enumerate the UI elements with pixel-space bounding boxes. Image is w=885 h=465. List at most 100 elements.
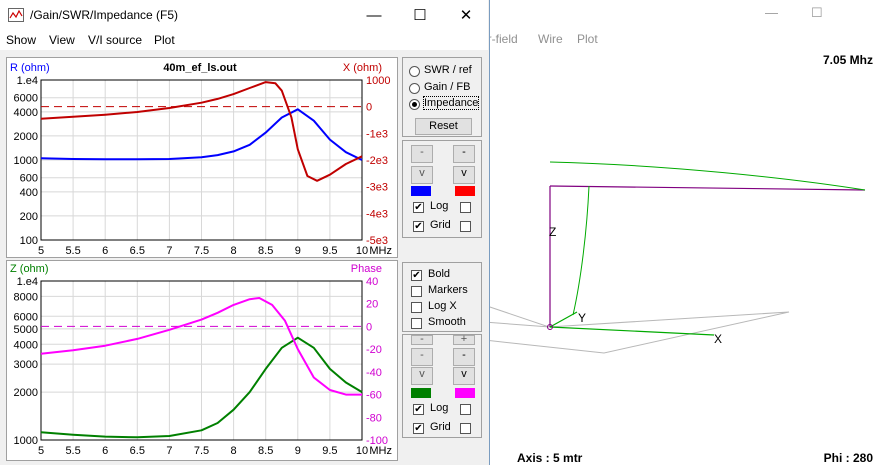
chart1-x-tick-label: 5 xyxy=(38,245,44,257)
chart2-x-tick-label: 9 xyxy=(295,445,301,457)
markers-checkbox[interactable] xyxy=(411,286,422,297)
grid-right-checkbox-2[interactable] xyxy=(460,423,471,434)
left-scale-up-button-2[interactable]: - xyxy=(411,334,433,345)
chart2-y2-tick-label: 20 xyxy=(366,299,378,311)
right-scale-up-button[interactable]: - xyxy=(453,145,475,163)
display-options-panel: ✔ Bold Markers Log X Smooth xyxy=(402,262,482,332)
impedance-radio[interactable] xyxy=(409,99,420,110)
chart2-y2-tick-label: -60 xyxy=(366,390,382,402)
antenna-wire xyxy=(549,185,866,191)
smooth-checkbox[interactable] xyxy=(411,318,422,329)
left-color-swatch-2[interactable] xyxy=(411,388,431,398)
chart1-y-tick-label: 4000 xyxy=(14,107,38,119)
chart1-y-tick-label: 100 xyxy=(20,235,38,247)
chart2-y2-tick-label: -20 xyxy=(366,344,382,356)
y-axis-label: Y xyxy=(578,311,586,325)
chart2-x-tick-label: 7.5 xyxy=(194,445,209,457)
chart2-x-tick-label: 7 xyxy=(166,445,172,457)
antenna-view-window: ar-field Wire Plot — ☐ 7.05 Mhz Axis : 5… xyxy=(481,0,885,465)
grid-right-checkbox[interactable] xyxy=(460,221,471,232)
chart2-y-tick-label: 4000 xyxy=(14,339,38,351)
right-scale-mid-button-2[interactable]: - xyxy=(453,348,475,366)
smooth-label: Smooth xyxy=(428,316,466,328)
log-checkbox[interactable]: ✔ xyxy=(413,202,424,213)
chart2-y2-tick-label: 0 xyxy=(366,321,372,333)
grid-checkbox-2[interactable]: ✔ xyxy=(413,423,424,434)
reset-button[interactable]: Reset xyxy=(415,118,472,135)
chart2-x-tick-label: 5 xyxy=(38,445,44,457)
chart1-x-tick-label: 6.5 xyxy=(130,245,145,257)
chart2-x-tick-label: 8 xyxy=(231,445,237,457)
chart1-y2-tick-label: -2e3 xyxy=(366,155,388,167)
markers-label: Markers xyxy=(428,284,468,296)
chart1-title: 40m_ef_ls.out xyxy=(163,62,237,74)
chart2-y2label: Phase xyxy=(351,263,382,275)
grid-checkbox[interactable]: ✔ xyxy=(413,221,424,232)
gain-radio-label: Gain / FB xyxy=(424,81,471,93)
ground-plane-outline xyxy=(489,306,790,354)
x-axis-label: X xyxy=(714,332,722,346)
chart2-x-tick-label: 6.5 xyxy=(130,445,145,457)
left-scale-mid-button-2[interactable]: - xyxy=(411,348,433,366)
chart2-y-tick-label: 1.e4 xyxy=(17,276,38,288)
chart1-x-tick-label: 6 xyxy=(102,245,108,257)
chart1-x-tick-label: 7 xyxy=(166,245,172,257)
chart1-y-tick-label: 400 xyxy=(20,187,38,199)
chart1-x-tick-label: 7.5 xyxy=(194,245,209,257)
chart2-y2-tick-label: -80 xyxy=(366,412,382,424)
left-scale-up-button[interactable]: - xyxy=(411,145,433,163)
chart1-y2-tick-label: -1e3 xyxy=(366,128,388,140)
right-scale-down-button[interactable]: v xyxy=(453,166,475,184)
right-scale-up-button-2[interactable]: + xyxy=(453,334,475,345)
chart2-x-tick-label: 6 xyxy=(102,445,108,457)
chart1-x-tick-label: 8 xyxy=(231,245,237,257)
chart1-y-tick-label: 1.e4 xyxy=(17,75,38,87)
chart1-x-tick-label: 8.5 xyxy=(258,245,273,257)
chart1-y2-tick-label: 0 xyxy=(366,102,372,114)
chart1-y2label: X (ohm) xyxy=(343,62,382,74)
chart1-y2-tick-label: -3e3 xyxy=(366,182,388,194)
z-axis-label: Z xyxy=(549,225,556,239)
chart2-y2-tick-label: 40 xyxy=(366,276,378,288)
chart1-y-tick-label: 1000 xyxy=(14,155,38,167)
chart1-x-tick-label: 9.5 xyxy=(322,245,337,257)
chart1-y-tick-label: 2000 xyxy=(14,131,38,143)
grid-label-2: Grid xyxy=(430,421,451,433)
chart2-y-tick-label: 8000 xyxy=(14,291,38,303)
left-scale-down-button-2[interactable]: v xyxy=(411,367,433,385)
chart2-y-tick-label: 5000 xyxy=(14,324,38,336)
chart2-y-tick-label: 6000 xyxy=(14,311,38,323)
logx-checkbox[interactable] xyxy=(411,302,422,313)
chart1-x-tick-label: 9 xyxy=(295,245,301,257)
impedance-radio-label: Impedance xyxy=(422,96,480,110)
chart2-y-tick-label: 2000 xyxy=(14,387,38,399)
logx-label: Log X xyxy=(428,300,457,312)
chart1-xlabel: MHz xyxy=(369,245,392,257)
chart1-ylabel: R (ohm) xyxy=(10,62,50,74)
right-color-swatch-2[interactable] xyxy=(455,388,475,398)
chart2-x-tick-label: 8.5 xyxy=(258,445,273,457)
swr-radio-label: SWR / ref xyxy=(424,64,472,76)
plot-type-panel: SWR / ref Gain / FB Impedance Reset xyxy=(402,57,482,137)
chart2-x-tick-label: 9.5 xyxy=(322,445,337,457)
chart1-y-tick-label: 6000 xyxy=(14,93,38,105)
bold-label: Bold xyxy=(428,268,451,280)
chart1-x-tick-label: 5.5 xyxy=(65,245,80,257)
left-scale-down-button[interactable]: v xyxy=(411,166,433,184)
current-distribution-curve xyxy=(549,161,866,191)
chart2-xlabel: MHz xyxy=(369,445,392,457)
x-axis xyxy=(549,326,715,336)
gain-radio[interactable] xyxy=(409,83,420,94)
bold-checkbox[interactable]: ✔ xyxy=(411,270,422,281)
right-color-swatch[interactable] xyxy=(455,186,475,196)
log-label: Log xyxy=(430,200,449,212)
swr-radio[interactable] xyxy=(409,66,420,77)
left-color-swatch[interactable] xyxy=(411,186,431,196)
log-right-checkbox-2[interactable] xyxy=(460,404,471,415)
antenna-3d-drawing: Z Y X xyxy=(489,161,866,354)
axis-controls-panel: - - v v ✔ Log ✔ Grid xyxy=(402,140,482,238)
right-scale-down-button-2[interactable]: v xyxy=(453,367,475,385)
log-right-checkbox[interactable] xyxy=(460,202,471,213)
log-label-2: Log xyxy=(430,402,449,414)
log-checkbox-2[interactable]: ✔ xyxy=(413,404,424,415)
